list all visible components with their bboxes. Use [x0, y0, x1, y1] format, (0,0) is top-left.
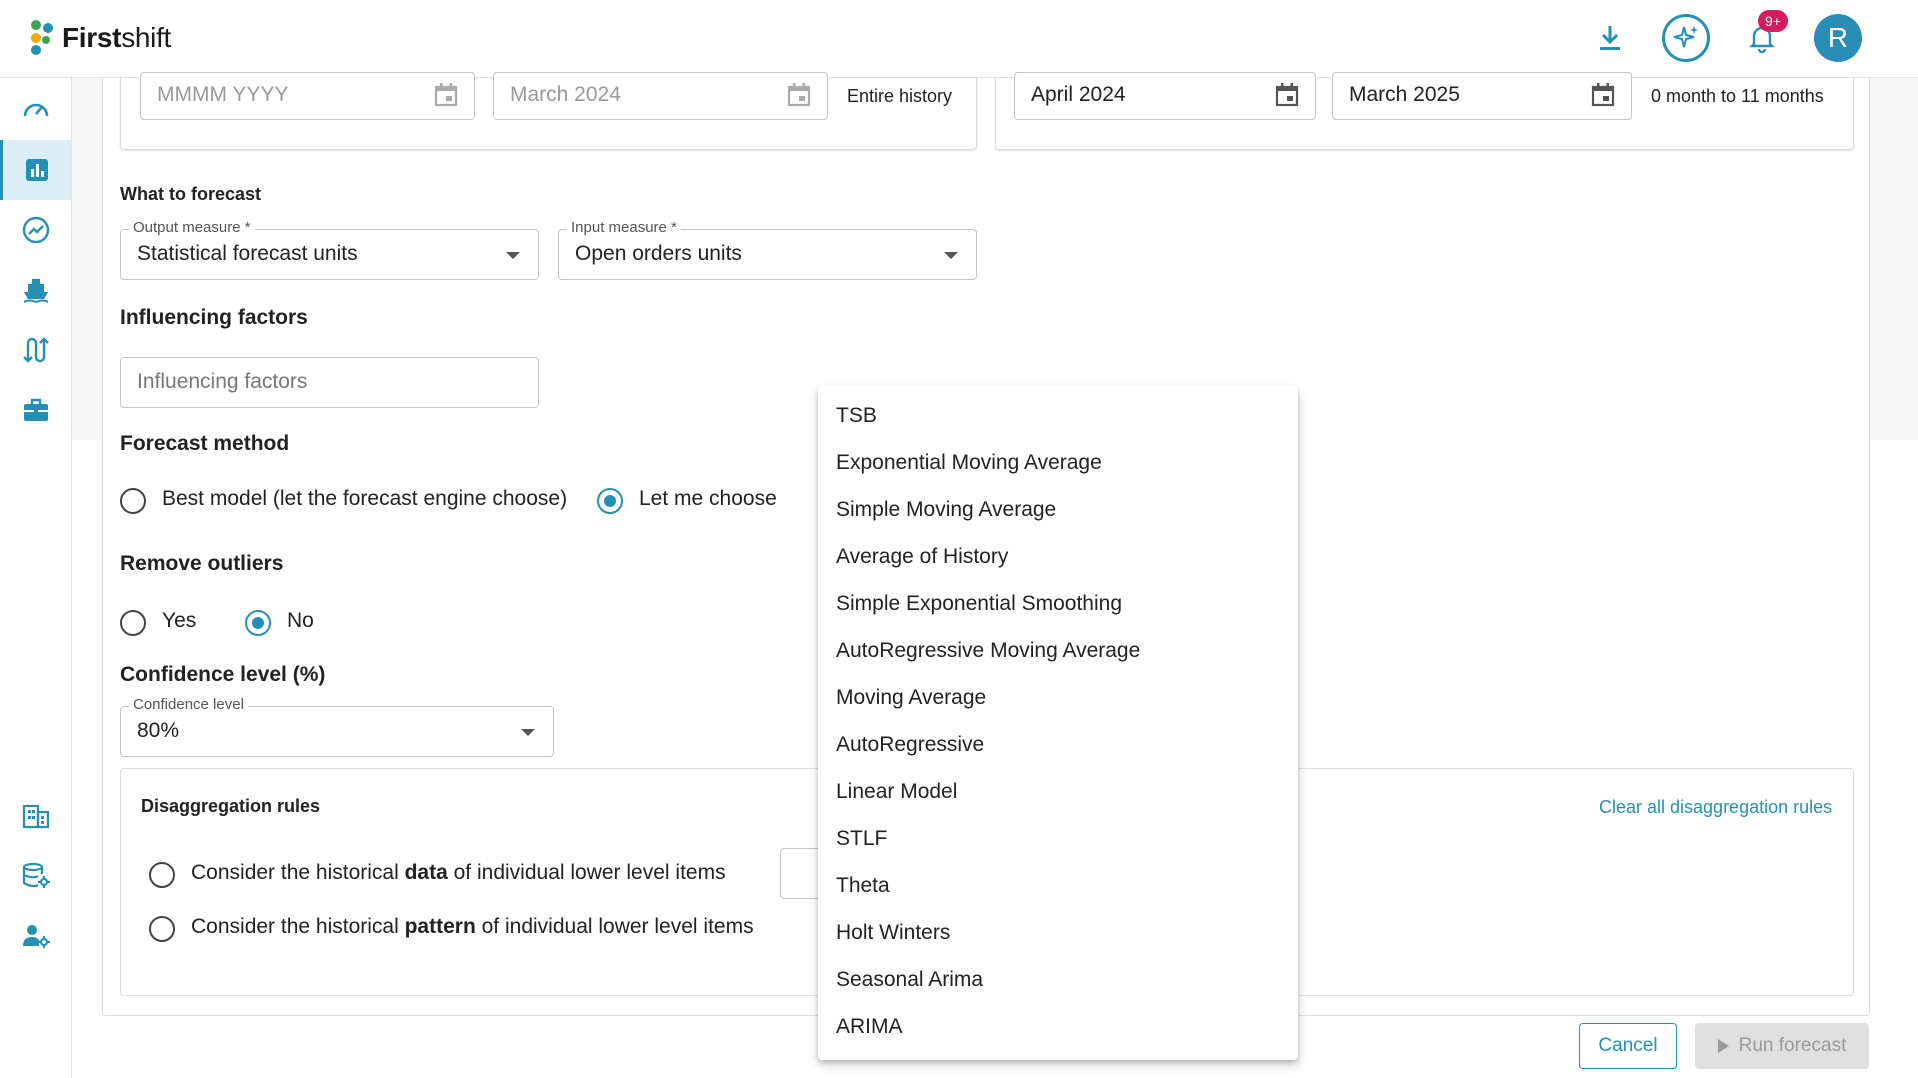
menu-item-model[interactable]: Average of History — [818, 533, 1298, 580]
forecast-model-menu: TSB Exponential Moving Average Simple Movi… — [818, 386, 1298, 1060]
menu-item-model[interactable]: Theta — [818, 862, 1298, 909]
sidebar-item-toolbox[interactable] — [0, 380, 71, 440]
flow-arrows-icon — [22, 337, 49, 363]
horizon-end-date-field[interactable]: March 2025 — [1332, 72, 1632, 120]
menu-item-model[interactable]: Simple Exponential Smoothing — [818, 580, 1298, 627]
notification-badge: 9+ — [1758, 10, 1788, 32]
history-start-date-field[interactable]: MMMM YYYY — [140, 72, 475, 120]
speedometer-icon — [23, 103, 48, 117]
menu-item-model[interactable]: TSB — [818, 392, 1298, 439]
sidebar-item-organization[interactable] — [0, 786, 71, 846]
horizon-start-date-field[interactable]: April 2024 — [1014, 72, 1316, 120]
trend-icon — [22, 216, 49, 244]
calendar-icon[interactable] — [432, 81, 460, 109]
menu-item-model[interactable]: Seasonal Arima — [818, 956, 1298, 1003]
radio-historical-data[interactable] — [149, 862, 175, 888]
chevron-down-icon — [521, 729, 535, 736]
app-logo[interactable]: Firstshift — [28, 18, 171, 58]
sidebar-item-dashboard[interactable] — [0, 80, 71, 140]
sidebar-item-user-settings[interactable] — [0, 906, 71, 966]
sidebar-item-flows[interactable] — [0, 320, 71, 380]
ship-icon — [22, 279, 49, 304]
user-settings-icon — [22, 925, 50, 948]
radio-outliers-yes[interactable] — [120, 610, 146, 636]
historical-pattern-label[interactable]: Consider the historical pattern of indiv… — [191, 915, 754, 939]
sidebar-item-trends[interactable] — [0, 200, 71, 260]
menu-item-model[interactable]: ARIMA — [818, 1003, 1298, 1050]
confidence-heading: Confidence level (%) — [120, 663, 326, 686]
radio-outliers-no[interactable] — [245, 610, 271, 636]
clear-disaggregation-link[interactable]: Clear all disaggregation rules — [1599, 797, 1832, 818]
let-me-choose-label[interactable]: Let me choose — [639, 487, 777, 511]
best-model-label[interactable]: Best model (let the forecast engine choo… — [162, 487, 567, 511]
influencing-factors-heading: Influencing factors — [120, 306, 308, 329]
radio-historical-pattern[interactable] — [149, 916, 175, 942]
what-to-forecast-heading: What to forecast — [120, 184, 262, 204]
menu-item-model[interactable]: Holt Winters — [818, 909, 1298, 956]
input-measure-select[interactable]: Open orders units — [558, 229, 977, 280]
sidebar-item-forecast[interactable] — [0, 140, 71, 200]
outliers-yes-label[interactable]: Yes — [162, 609, 196, 633]
notifications-button[interactable]: 9+ — [1738, 10, 1788, 64]
disaggregation-heading: Disaggregation rules — [141, 796, 321, 816]
outliers-no-label[interactable]: No — [287, 609, 314, 633]
history-end-date-field[interactable]: March 2024 — [493, 72, 828, 120]
logo-mark-icon — [31, 20, 53, 55]
ai-assistant-button[interactable] — [1662, 12, 1710, 64]
historical-data-label[interactable]: Consider the historical data of individu… — [191, 861, 726, 885]
briefcase-icon — [23, 398, 48, 421]
sparkle-icon — [1662, 14, 1710, 62]
radio-let-me-choose[interactable] — [597, 488, 623, 514]
sidebar-item-data-settings[interactable] — [0, 846, 71, 906]
run-forecast-button[interactable]: Run forecast — [1695, 1023, 1869, 1069]
chevron-down-icon — [506, 252, 520, 259]
menu-item-model[interactable]: Simple Moving Average — [818, 486, 1298, 533]
confidence-level-select[interactable]: 80% — [120, 706, 554, 757]
sidebar-item-shipping[interactable] — [0, 260, 71, 320]
menu-item-model[interactable]: Exponential Moving Average — [818, 439, 1298, 486]
calendar-icon[interactable] — [1589, 81, 1617, 109]
top-bar: Firstshift 9+ R — [0, 0, 1918, 78]
calendar-icon[interactable] — [785, 81, 813, 109]
influencing-factors-input[interactable]: Influencing factors — [120, 357, 539, 408]
horizon-summary: 0 month to 11 months — [1651, 86, 1824, 106]
chevron-down-icon — [944, 252, 958, 259]
menu-item-model[interactable]: STLF — [818, 815, 1298, 862]
download-icon[interactable] — [1586, 12, 1634, 64]
calendar-icon[interactable] — [1273, 81, 1301, 109]
database-settings-icon — [22, 862, 50, 888]
menu-item-model[interactable]: Linear Model — [818, 768, 1298, 815]
history-summary: Entire history — [847, 86, 953, 106]
menu-item-model[interactable]: AutoRegressive — [818, 721, 1298, 768]
cancel-button[interactable]: Cancel — [1579, 1023, 1677, 1069]
sidebar — [0, 78, 72, 1078]
bar-chart-icon — [26, 159, 48, 181]
play-icon — [1717, 1039, 1729, 1053]
menu-item-model[interactable]: AutoRegressive Moving Average — [818, 627, 1298, 674]
brand-name: Firstshift — [62, 22, 172, 53]
user-avatar[interactable]: R — [1814, 14, 1862, 62]
remove-outliers-heading: Remove outliers — [120, 552, 284, 575]
building-icon — [22, 804, 49, 829]
confidence-level-label: Confidence level — [129, 696, 248, 713]
menu-item-model[interactable]: Moving Average — [818, 674, 1298, 721]
input-measure-label: Input measure * — [567, 219, 681, 236]
forecast-method-heading: Forecast method — [120, 432, 290, 455]
output-measure-select[interactable]: Statistical forecast units — [120, 229, 539, 280]
output-measure-label: Output measure * — [129, 219, 255, 236]
radio-best-model[interactable] — [120, 488, 146, 514]
